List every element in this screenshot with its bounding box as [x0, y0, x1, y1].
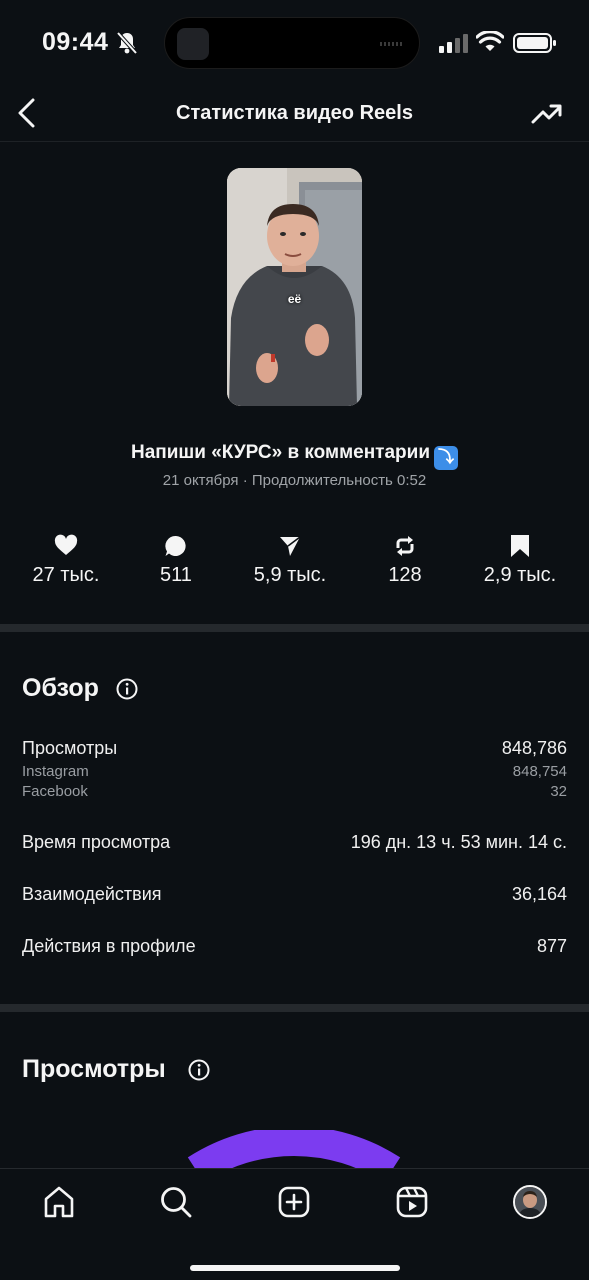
header: Статистика видео Reels [0, 88, 589, 142]
thumbnail-caption: её [287, 292, 302, 306]
section-divider [0, 1004, 589, 1012]
interactions-label: Взаимодействия [22, 884, 162, 904]
views-label: Просмотры [22, 738, 118, 758]
reel-thumbnail[interactable]: её [227, 168, 362, 406]
heart-icon [54, 534, 78, 555]
views-donut-chart [0, 1130, 589, 1170]
bookmark-icon [511, 535, 529, 557]
shares-metric: 5,9 тыс. [230, 534, 350, 587]
status-time: 09:44 [42, 28, 109, 56]
trending-up-icon[interactable] [531, 100, 563, 128]
likes-metric: 27 тыс. [6, 534, 126, 587]
reposts-metric: 128 [345, 534, 465, 587]
status-bar: 09:44 [0, 0, 589, 88]
avatar-image [515, 1187, 545, 1217]
views-value: 848,786 [501, 738, 567, 758]
reel-meta: 21 октября · Продолжительность 0:52 [162, 472, 427, 489]
camera-indicator [177, 28, 209, 60]
overview-title: Обзор [22, 674, 99, 702]
bottom-nav [0, 1168, 589, 1280]
profile-avatar[interactable] [513, 1185, 547, 1219]
views-section-title: Просмотры [22, 1055, 166, 1083]
create-icon[interactable] [277, 1185, 311, 1219]
profile-actions-value: 877 [536, 936, 567, 956]
interactions-value: 36,164 [511, 884, 567, 904]
comments-count: 511 [160, 564, 192, 586]
signal-icon [439, 34, 468, 53]
search-icon[interactable] [159, 1185, 193, 1219]
comment-icon [165, 535, 186, 556]
facebook-label: Facebook [22, 783, 88, 800]
views-donut-arc [187, 1130, 401, 1170]
wifi-icon [476, 31, 504, 51]
info-icon[interactable] [116, 678, 138, 700]
speaker-grille [380, 42, 404, 46]
saves-metric: 2,9 тыс. [460, 534, 580, 587]
repost-icon [396, 536, 414, 556]
reel-title: Напиши «КУРС» в комментарии ⤵ [0, 442, 589, 470]
watch-time-label: Время просмотра [22, 832, 171, 852]
page-title: Статистика видео Reels [176, 102, 413, 124]
facebook-value: 32 [550, 783, 567, 800]
home-indicator [190, 1265, 400, 1271]
likes-count: 27 тыс. [32, 564, 100, 586]
engagement-metrics: 27 тыс. 511 5,9 тыс. 128 2,9 тыс. [0, 534, 589, 594]
shares-count: 5,9 тыс. [253, 564, 327, 586]
saves-count: 2,9 тыс. [483, 564, 557, 586]
reel-title-text: Напиши «КУРС» в комментарии [130, 442, 431, 463]
watch-time-value: 196 дн. 13 ч. 53 мин. 14 с. [350, 832, 567, 852]
reposts-count: 128 [388, 564, 422, 586]
reel-thumbnail-image [227, 168, 362, 406]
home-icon[interactable] [42, 1185, 76, 1219]
bell-slash-icon [116, 31, 138, 55]
instagram-value: 848,754 [512, 763, 567, 780]
section-divider [0, 624, 589, 632]
dynamic-island [164, 17, 420, 69]
instagram-label: Instagram [22, 763, 89, 780]
info-icon[interactable] [188, 1059, 210, 1081]
profile-actions-label: Действия в профиле [22, 936, 196, 956]
battery-icon [513, 33, 556, 53]
comments-metric: 511 [116, 534, 236, 587]
send-icon [280, 536, 301, 556]
arrow-down-emoji-icon: ⤵ [434, 446, 459, 470]
reels-icon[interactable] [395, 1185, 429, 1219]
